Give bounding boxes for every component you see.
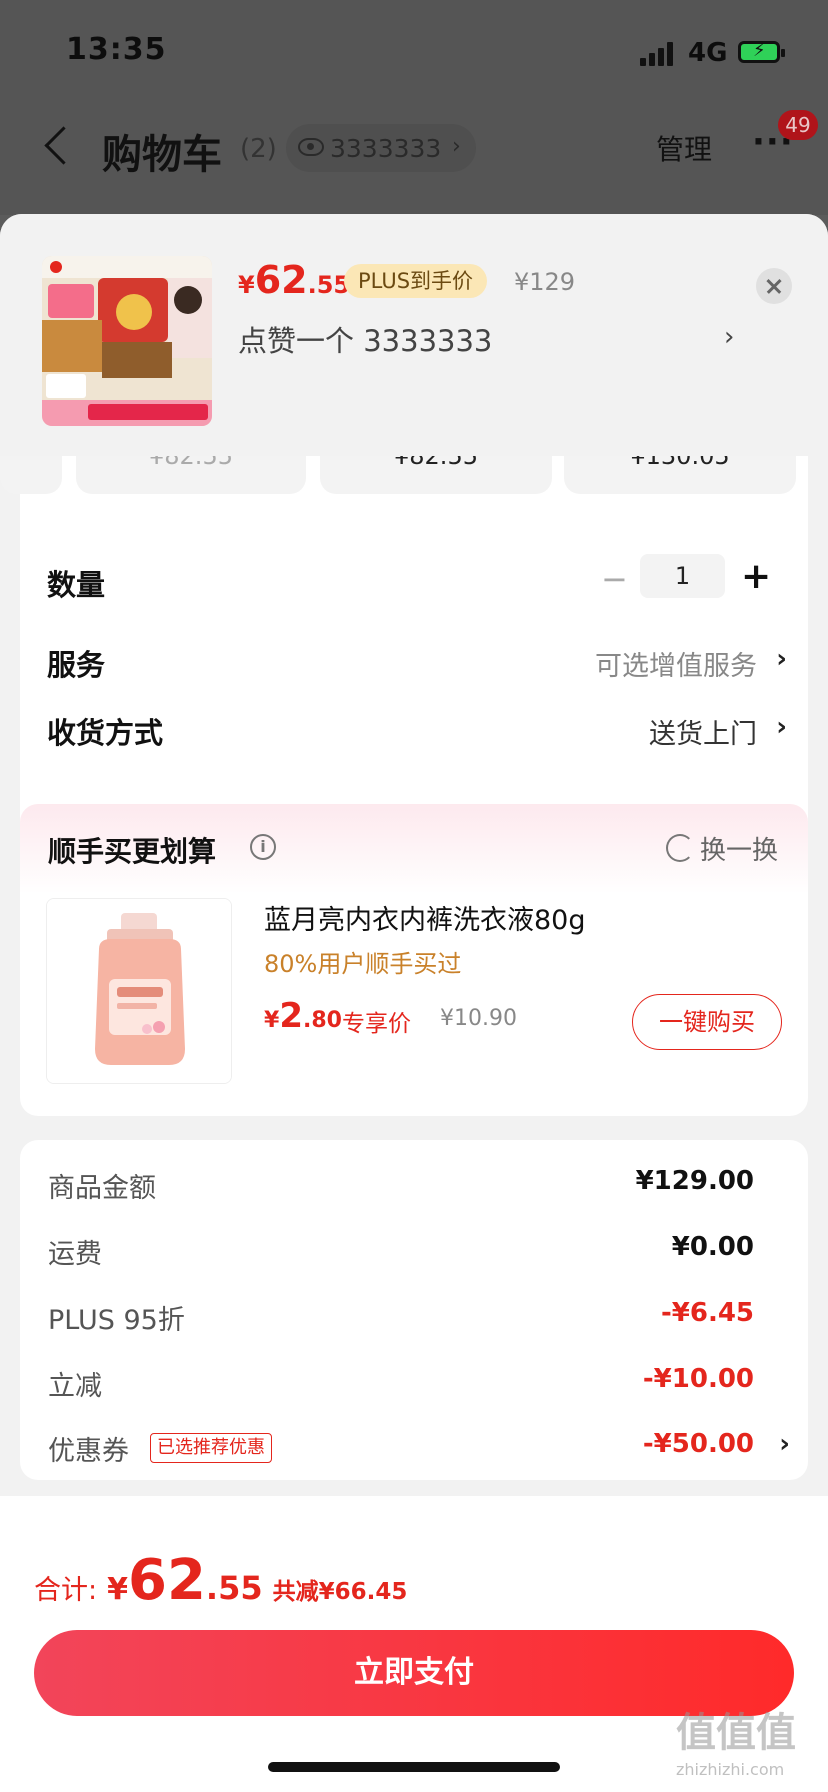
plus-icon[interactable]: +	[741, 556, 771, 597]
addon-title: 顺手买更划算	[48, 835, 217, 868]
summary-row: 运费 ¥0.00	[48, 1232, 768, 1272]
total-currency: ¥	[107, 1572, 128, 1607]
quantity-row: 数量 − 1 +	[47, 554, 787, 612]
service-row[interactable]: 服务 可选增值服务 ›	[47, 642, 787, 692]
summary-row: 立减 -¥10.00	[48, 1364, 768, 1404]
summary-label: 商品金额	[48, 1173, 156, 1204]
summary-value: ¥129.00	[635, 1166, 754, 1196]
summary-label: 运费	[48, 1239, 102, 1270]
eye-icon	[298, 138, 324, 156]
plus-price-tag: PLUS到手价	[344, 264, 488, 298]
signal-icon	[640, 42, 674, 66]
battery-charging-icon: ⚡	[738, 40, 785, 63]
cart-nav-bar: 购物车 (2) 3333333 › 管理 ··· 49	[0, 108, 828, 188]
original-price: ¥129	[514, 268, 576, 296]
total-int: 62	[127, 1548, 206, 1613]
one-click-buy-button[interactable]: 一键购买	[632, 994, 782, 1050]
refresh-button[interactable]: 换一换	[700, 830, 778, 867]
product-price: ¥62.55	[238, 258, 351, 302]
quantity-stepper[interactable]: 1	[640, 554, 725, 598]
chevron-right-icon: ›	[776, 712, 787, 742]
chevron-right-icon: ›	[776, 644, 787, 674]
summary-value: -¥6.45	[660, 1298, 754, 1328]
home-indicator[interactable]	[268, 1762, 560, 1772]
delivery-label: 收货方式	[47, 716, 164, 750]
addon-product-name[interactable]: 蓝月亮内衣内裤洗衣液80g	[264, 898, 586, 937]
watermark-logo: 值值值	[676, 1710, 796, 1756]
delivery-value: 送货上门	[649, 719, 757, 750]
watermark-url: zhizhizhi.com	[676, 1760, 785, 1779]
info-icon[interactable]: i	[250, 834, 276, 860]
status-bar: 13:35 4G ⚡	[0, 0, 828, 100]
back-button[interactable]	[42, 126, 72, 170]
summary-row: PLUS 95折 -¥6.45	[48, 1298, 768, 1338]
addon-exclusive-label: 专享价	[342, 1011, 411, 1037]
summary-value: -¥50.00	[642, 1429, 754, 1459]
price-summary-card: 商品金额 ¥129.00 运费 ¥0.00 PLUS 95折 -¥6.45 立减…	[20, 1140, 808, 1480]
watch-count-pill[interactable]: 3333333 ›	[286, 124, 476, 172]
refresh-icon[interactable]	[666, 834, 694, 862]
product-header: ¥62.55 PLUS到手价 ¥129 点赞一个 3333333 ›	[0, 214, 828, 456]
summary-label: 立减	[48, 1371, 102, 1402]
coupon-row[interactable]: 优惠券 已选推荐优惠 -¥50.00 ›	[48, 1429, 790, 1469]
cart-count: (2)	[240, 134, 277, 164]
addon-price: ¥2.80	[264, 996, 342, 1036]
summary-label: 优惠券	[48, 1436, 129, 1467]
minus-icon[interactable]: −	[601, 560, 628, 598]
total-saved[interactable]: 共减¥66.45	[273, 1579, 408, 1605]
addon-social-proof: 80%用户顺手买过	[264, 950, 462, 978]
network-label: 4G	[688, 38, 728, 68]
chevron-right-icon[interactable]: ›	[724, 322, 734, 352]
total-price: 合计: ¥62.55 共减¥66.45	[34, 1548, 407, 1613]
delivery-row[interactable]: 收货方式 送货上门 ›	[47, 710, 787, 760]
chevron-right-icon: ›	[452, 134, 461, 159]
summary-label: PLUS 95折	[48, 1305, 185, 1336]
page-title: 购物车	[102, 132, 222, 178]
quantity-label: 数量	[47, 568, 106, 602]
status-time: 13:35	[66, 32, 167, 67]
close-icon[interactable]	[756, 268, 792, 304]
addon-product-image[interactable]	[46, 898, 232, 1084]
like-text[interactable]: 点赞一个 3333333	[238, 318, 492, 360]
coupon-tag: 已选推荐优惠	[150, 1433, 272, 1463]
summary-value: ¥0.00	[671, 1232, 754, 1262]
total-dec: .55	[205, 1569, 263, 1607]
addon-card: 顺手买更划算 i 换一换 蓝月亮内衣内裤洗衣液80g 80%用户顺手买过 ¥2.…	[20, 804, 808, 1116]
addon-original-price: ¥10.90	[440, 1006, 517, 1031]
chevron-right-icon: ›	[779, 1429, 790, 1459]
summary-value: -¥10.00	[642, 1364, 754, 1394]
product-image[interactable]	[42, 256, 212, 426]
manage-button[interactable]: 管理	[656, 128, 712, 168]
watch-count: 3333333	[330, 134, 442, 163]
service-value: 可选增值服务	[595, 651, 757, 682]
checkout-sheet: ¥82.55 ¥82.55 ¥130.05 数量 − 1 + 服务 可选增值服务…	[0, 214, 828, 1792]
summary-row: 商品金额 ¥129.00	[48, 1166, 768, 1206]
service-label: 服务	[47, 648, 106, 682]
total-label: 合计:	[34, 1575, 98, 1606]
message-badge: 49	[778, 110, 818, 140]
